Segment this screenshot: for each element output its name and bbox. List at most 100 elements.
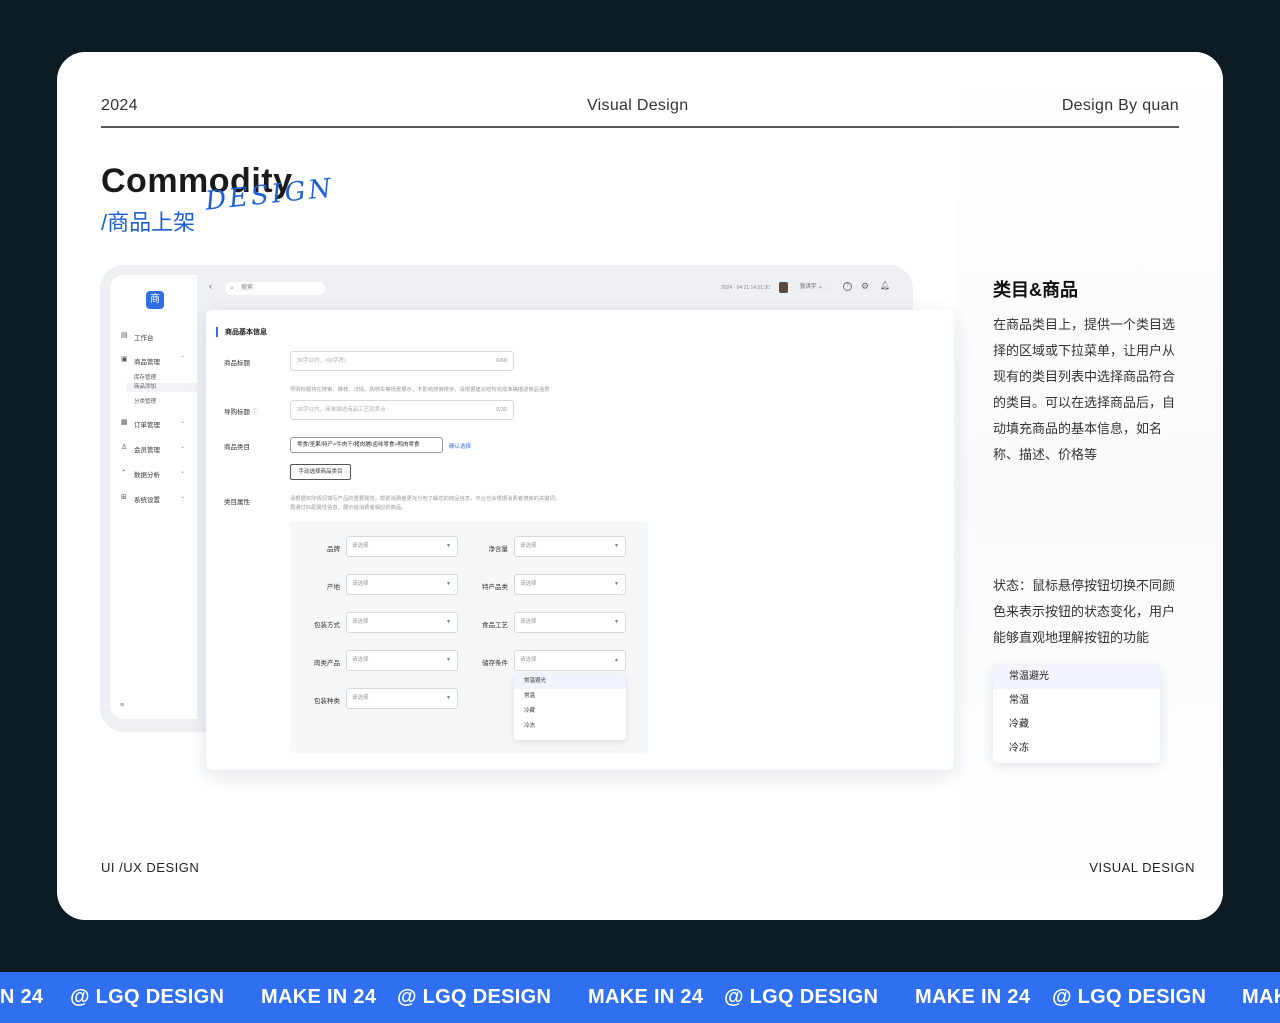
- avatar[interactable]: [779, 282, 788, 293]
- dropdown-option[interactable]: 冷藏: [993, 713, 1160, 737]
- right-heading: 类目&商品: [993, 280, 1078, 300]
- attr-origin-label: 产地: [327, 584, 340, 591]
- search-placeholder: 搜索: [241, 285, 254, 291]
- title-placeholder: 30字以内，(60字符): [297, 358, 346, 364]
- attr-label: 类目属性: [224, 499, 250, 506]
- section-title: 商品基本信息: [216, 327, 267, 337]
- select-placeholder: 请选择: [352, 657, 369, 663]
- category-input[interactable]: 零食/坚果/特产>牛肉干/猪肉脯/卤味零食>鸭肉零食: [290, 437, 443, 453]
- attr-craft-select[interactable]: 请选择 ▼: [514, 612, 626, 633]
- confirm-category-link[interactable]: 确认选择: [449, 442, 471, 450]
- caret-down-icon: ▼: [614, 581, 619, 587]
- attr-storage-select[interactable]: 请选择 ▲: [514, 650, 626, 671]
- title-counter: 0/60: [496, 358, 507, 364]
- category-value: 零食/坚果/特产>牛肉干/猪肉脯/卤味零食>鸭肉零食: [297, 442, 420, 448]
- dropdown-option[interactable]: 常温避光: [514, 674, 626, 689]
- collapse-menu-icon[interactable]: ≡: [120, 702, 124, 709]
- bell-icon[interactable]: 🔔︎: [880, 281, 890, 290]
- sidebar-item-label: 系统设置: [134, 497, 160, 504]
- product-form-panel: 商品基本信息 商品标题 30字以内，(60字符) 0/60 导购标题将在搜索、推…: [206, 310, 954, 770]
- guide-input[interactable]: 30字以内，简单描述商品工艺及卖点 0/30: [290, 400, 514, 420]
- help-icon[interactable]: ?: [843, 282, 852, 291]
- presentation-card: 2024 Visual Design Design By quan Commod…: [57, 52, 1223, 920]
- attr-brand-select[interactable]: 请选择 ▼: [346, 536, 458, 557]
- sidebar-item-order[interactable]: ▦ 订单管理 ⌄: [110, 416, 197, 430]
- attr-pack-select[interactable]: 请选择 ▼: [346, 612, 458, 633]
- state-dropdown-demo: 常温避光 常温 冷藏 冷冻: [993, 665, 1160, 763]
- right-glow: [957, 52, 1223, 920]
- settings-icon[interactable]: ⚙: [861, 281, 869, 292]
- sidebar-item-workbench[interactable]: ▤ 工作台: [110, 329, 197, 343]
- guide-label: 导购标题 ⓘ: [224, 406, 258, 416]
- ticker-banner: IN 24 @ LGQ DESIGN MAKE IN 24 @ LGQ DESI…: [0, 972, 1280, 1023]
- storage-dropdown: 常温避光 常温 冷藏 冷冻: [514, 674, 626, 740]
- right-paragraph-1: 在商品类目上，提供一个类目选择的区域或下拉菜单，让用户从现有的类目列表中选择商品…: [993, 317, 1176, 462]
- ticker-text: @ LGQ DESIGN: [397, 986, 552, 1008]
- dropdown-option[interactable]: 常温: [993, 689, 1160, 713]
- attr-specialty-select[interactable]: 请选择 ▼: [514, 574, 626, 595]
- caret-down-icon: ▼: [614, 543, 619, 549]
- guide-counter: 0/30: [496, 407, 507, 413]
- dropdown-option[interactable]: 冷冻: [993, 737, 1160, 761]
- dropdown-option[interactable]: 常温: [514, 689, 626, 704]
- guide-placeholder: 30字以内，简单描述商品工艺及卖点: [297, 407, 386, 413]
- attr-meat-select[interactable]: 请选择 ▼: [346, 650, 458, 671]
- caret-down-icon: ▼: [446, 619, 451, 625]
- back-icon[interactable]: ‹: [209, 281, 212, 291]
- sidebar-item-product[interactable]: ▣ 商品管理 ⌃: [110, 353, 197, 367]
- search-input[interactable]: ⌕ 搜索: [225, 282, 325, 295]
- attr-packtype-label: 包装种类: [314, 698, 340, 705]
- select-placeholder: 请选择: [352, 543, 369, 549]
- sidebar-subitem-category[interactable]: 分类管理: [134, 397, 156, 405]
- chart-icon: ◔: [121, 468, 126, 475]
- chevron-down-icon: ⌄: [179, 444, 185, 450]
- attr-pack-label: 包装方式: [314, 622, 340, 629]
- guide-label-text: 导购标题: [224, 409, 250, 416]
- select-placeholder: 请选择: [352, 695, 369, 701]
- sidebar-subitem-stock[interactable]: 库存管理: [134, 373, 156, 381]
- sidebar-item-label: 订单管理: [134, 422, 160, 429]
- sidebar-item-settings[interactable]: ⊞ 系统设置 ⌄: [110, 491, 197, 505]
- footer-right: VISUAL DESIGN: [1089, 860, 1195, 875]
- dropdown-option[interactable]: 冷冻: [514, 719, 626, 734]
- sidebar-subitem-add[interactable]: 商品添加: [126, 383, 197, 392]
- select-placeholder: 请选择: [352, 581, 369, 587]
- header-right: Design By quan: [1061, 97, 1179, 114]
- header-center: Visual Design: [587, 97, 689, 114]
- right-paragraph-2: 状态：鼠标悬停按钮切换不同颜色来表示按钮的状态变化，用户能够直观地理解按钮的功能: [993, 578, 1176, 645]
- ticker-text: @ LGQ DESIGN: [70, 986, 225, 1008]
- dropdown-option[interactable]: 常温避光: [993, 665, 1160, 689]
- attr-packtype-select[interactable]: 请选择 ▼: [346, 688, 458, 709]
- attr-specialty-label: 特产品类: [482, 584, 508, 591]
- datetime: 2024 · 04 21 14:21:30: [721, 285, 770, 291]
- sidebar-item-analytics[interactable]: ◔ 数据分析 ⌄: [110, 466, 197, 480]
- chevron-down-icon: ⌄: [179, 469, 185, 475]
- caret-down-icon: ▼: [446, 695, 451, 701]
- select-placeholder: 请选择: [352, 619, 369, 625]
- dashboard-icon: ▤: [121, 332, 128, 339]
- attr-weight-select[interactable]: 请选择 ▼: [514, 536, 626, 557]
- attr-hint-1: 请根据实际情况填写产品的重要属性，帮助消费者更充分地了解您的商品信息，平台也会根…: [290, 496, 561, 502]
- title-input[interactable]: 30字以内，(60字符) 0/60: [290, 351, 514, 371]
- caret-down-icon: ▼: [446, 657, 451, 663]
- product-icon: ▣: [121, 356, 128, 363]
- header-year: 2024: [101, 97, 138, 114]
- search-icon: ⌕: [230, 285, 234, 292]
- user-name: 张洪宇: [800, 284, 817, 290]
- top-header: 2024 Visual Design Design By quan: [101, 97, 1179, 128]
- ticker-text: @ LGQ DESIGN: [724, 986, 879, 1008]
- user-select[interactable]: 张洪宇 ⌄: [795, 282, 835, 293]
- chevron-up-icon: ⌃: [179, 356, 185, 362]
- sidebar-item-member[interactable]: ♙ 会员管理 ⌄: [110, 441, 197, 455]
- caret-down-icon: ▼: [446, 581, 451, 587]
- attr-hint-2: 再通过匹配属性信息，展示给消费者相应的商品。: [290, 505, 407, 511]
- caret-up-icon: ▲: [614, 657, 619, 663]
- ticker-text: MAKE IN 24: [588, 986, 704, 1008]
- info-icon[interactable]: ⓘ: [252, 410, 258, 416]
- dropdown-option[interactable]: 冷藏: [514, 704, 626, 719]
- app-logo: 商: [146, 291, 164, 309]
- attr-origin-select[interactable]: 请选择 ▼: [346, 574, 458, 595]
- manual-category-button[interactable]: 手动选择商品类目: [290, 464, 351, 480]
- caret-down-icon: ▼: [614, 619, 619, 625]
- sidebar: 商 ▤ 工作台 ▣ 商品管理 ⌃ 库存管理 商品添加 分类管理 ▦ 订单管理 ⌄…: [110, 275, 197, 719]
